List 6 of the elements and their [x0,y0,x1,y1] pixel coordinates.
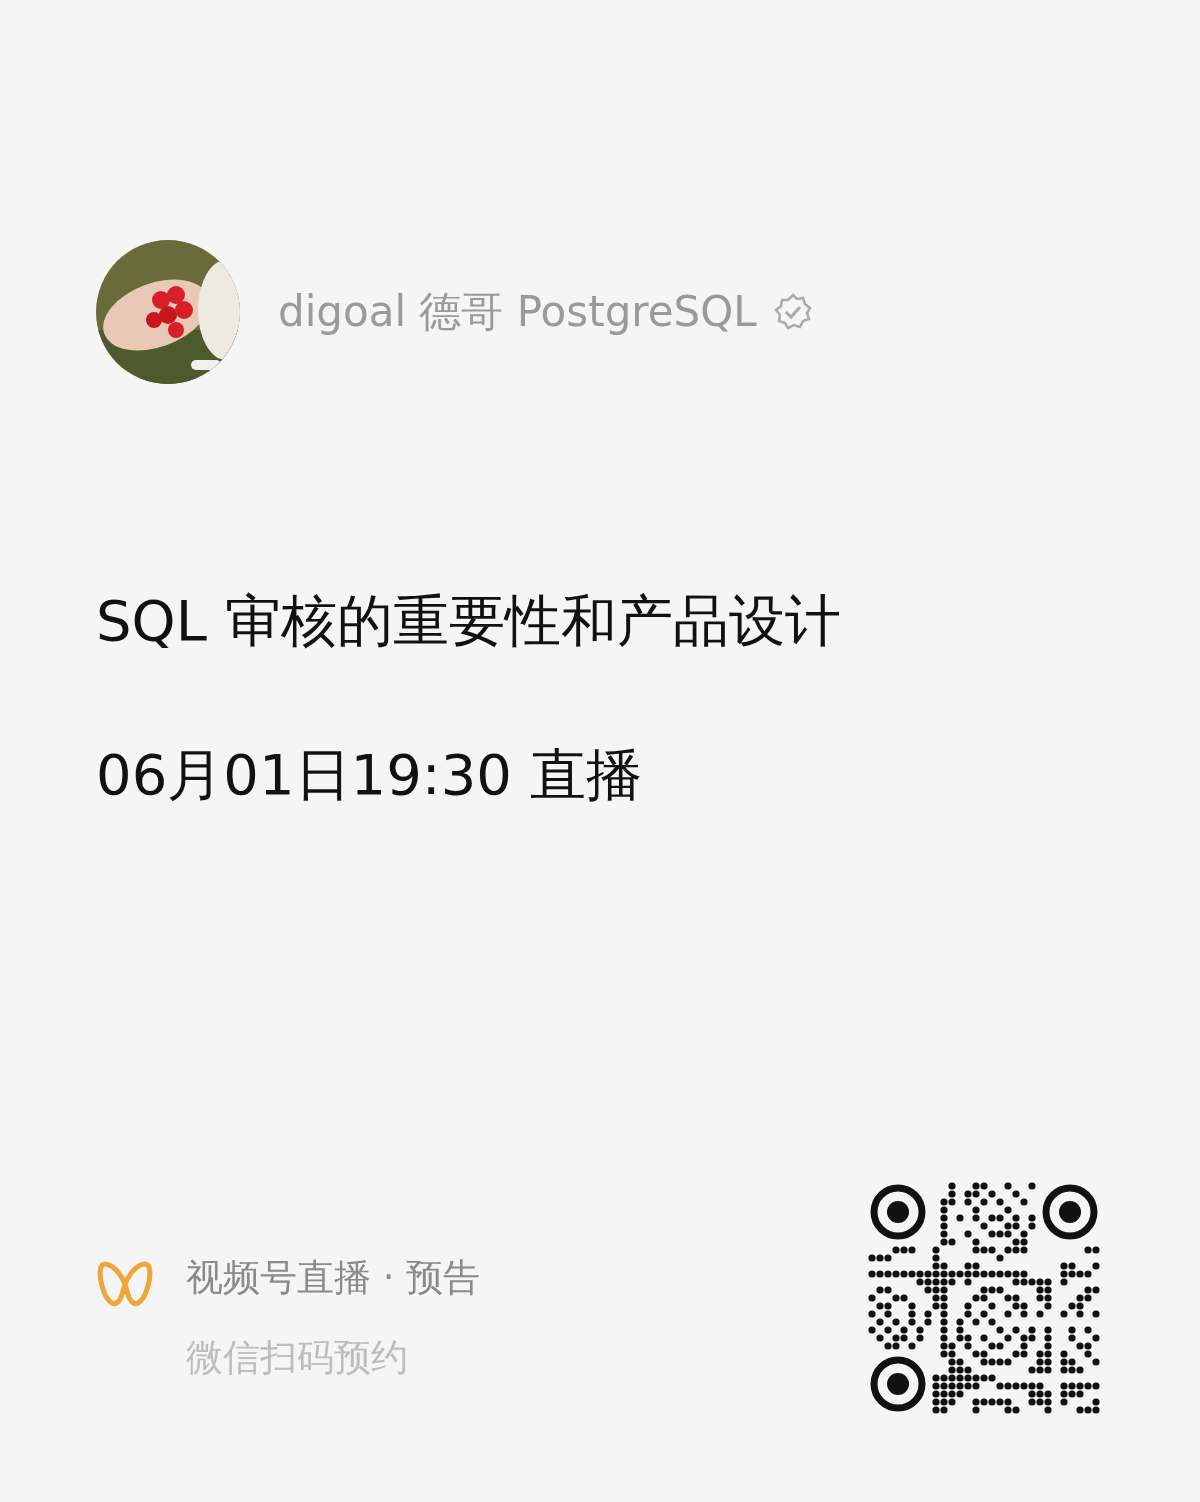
butterfly-logo-icon [96,1259,154,1309]
author-name: digoal 德哥 PostgreSQL [278,286,757,338]
live-time: 06月01日19:30 直播 [96,741,643,809]
channel-label: 视频号直播 · 预告 [186,1255,481,1301]
scan-hint: 微信扫码预约 [186,1335,409,1381]
live-title: SQL 审核的重要性和产品设计 [96,587,842,655]
